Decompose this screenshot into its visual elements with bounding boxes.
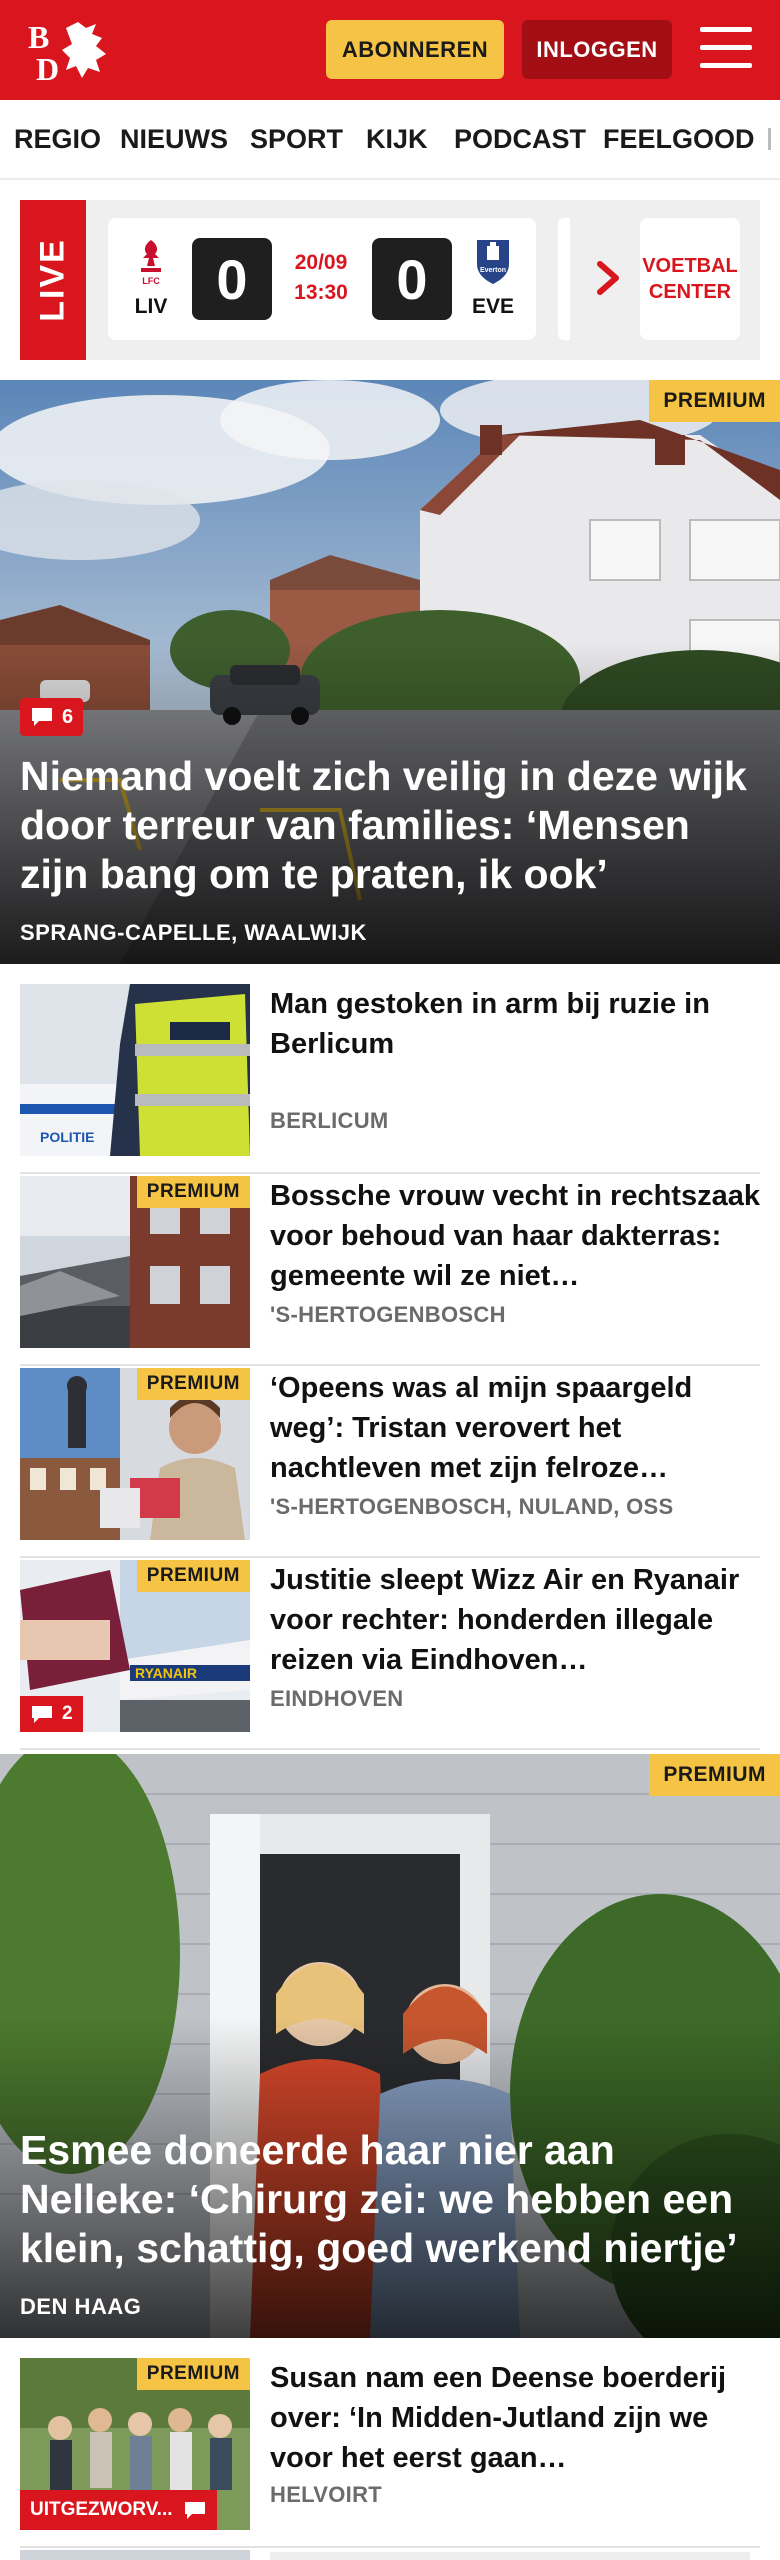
comment-count-badge[interactable]: 2 [20,1696,83,1732]
hamburger-icon[interactable] [700,25,752,71]
svg-text:POLITIE: POLITIE [40,1129,94,1145]
article-location: 'S-HERTOGENBOSCH, NULAND, OSS [270,1494,674,1519]
article-thumbnail: PREMIUM UITGEZWORV... [20,2358,250,2530]
login-button[interactable]: INLOGGEN [522,20,672,79]
match-date: 20/09 [294,251,348,274]
logo-icon: B D [28,19,106,87]
list-item[interactable]: POLITIE Man gestoken in arm bij ruzie in… [20,984,760,1174]
article-title[interactable]: Man gestoken in arm bij ruzie in Berlicu… [270,984,760,1064]
voetbal-center-button[interactable]: VOETBAL CENTER [640,218,740,340]
svg-text:Everton: Everton [480,267,506,274]
list-item[interactable]: PREMIUM Bossche vrouw vecht in rechtszaa… [20,1176,760,1366]
premium-badge: PREMIUM [649,1754,780,1796]
subscribe-button[interactable]: ABONNEREN [326,20,504,79]
article-location: EINDHOVEN [270,1686,404,1711]
article-title[interactable]: Susan nam een Deense boerderij over: ‘In… [270,2358,760,2478]
comment-count: 2 [62,1703,73,1724]
away-team: Everton EVE [464,236,522,319]
police-officer-image: POLITIE [20,984,250,1156]
match-time: 13:30 [294,281,348,304]
svg-text:LFC: LFC [142,276,160,286]
hero-title[interactable]: Esmee doneerde haar nier aan Nelleke: ‘C… [20,2126,760,2273]
section-nav: REGIO NIEUWS SPORT KIJK PODCAST FEELGOOD [0,100,780,180]
hero-article-2[interactable]: PREMIUM Esmee doneerde haar nier aan Nel… [0,1754,780,2338]
nav-item-regio[interactable]: REGIO [14,124,101,155]
comment-count: 6 [62,705,74,728]
live-label: LIVE [20,200,86,360]
article-thumbnail: PREMIUM [20,1176,250,1348]
article-title[interactable]: ‘Opeens was al mijn spaargeld weg’: Tris… [270,1368,760,1488]
away-score: 0 [372,238,452,320]
home-team-abbr: LIV [134,295,168,318]
article-thumbnail: PREMIUM [20,1368,250,1540]
home-score: 0 [192,238,272,320]
live-scoreboard: LIVE LFC LIV 0 20/09 13:30 0 Everton EVE [20,200,760,360]
comment-icon [184,2502,205,2519]
nav-item-podcast[interactable]: PODCAST [454,124,586,155]
comment-count-badge[interactable]: 6 [20,698,84,736]
comment-icon [32,708,52,726]
next-match-card-edge[interactable] [558,218,570,340]
premium-badge: PREMIUM [136,2358,250,2390]
svg-text:B: B [28,19,49,55]
nav-item-kijk[interactable]: KIJK [366,124,428,155]
series-label-text: UITGEZWORV... [30,2499,173,2520]
article-location: HELVOIRT [270,2482,382,2507]
away-team-abbr: EVE [471,295,515,318]
svg-text:D: D [36,51,59,84]
bd-logo[interactable]: B D [26,14,116,87]
article-location: BERLICUM [270,1108,389,1133]
list-item[interactable]: PREMIUM ‘Opeens was al mijn spaargeld we… [20,1368,760,1558]
next-list-item-thumbnail[interactable] [20,2550,250,2560]
nav-item-sport[interactable]: SPORT [250,124,343,155]
liverpool-crest-icon: LFC [141,240,161,286]
nav-item-nieuws[interactable]: NIEUWS [120,124,228,155]
next-list-item-title[interactable] [270,2552,750,2560]
premium-badge: PREMIUM [136,1176,250,1208]
list-item[interactable]: RYANAIR PREMIUM 2 Justitie sleept Wizz A… [20,1560,760,1750]
everton-crest-icon: Everton [477,240,509,284]
hero-title[interactable]: Niemand voelt zich veilig in deze wijk d… [20,752,760,899]
nav-item-feelgood[interactable]: FEELGOOD [603,124,755,155]
premium-badge: PREMIUM [649,380,780,422]
hero-location: SPRANG-CAPELLE, WAALWIJK [20,920,367,945]
site-header: B D ABONNEREN INLOGGEN [0,0,780,100]
article-title[interactable]: Bossche vrouw vecht in rechtszaak voor b… [270,1176,760,1296]
comment-icon [32,1706,52,1723]
chevron-right-icon[interactable] [588,258,628,298]
premium-badge: PREMIUM [136,1368,250,1400]
list-item[interactable]: PREMIUM UITGEZWORV... Susan nam een Deen… [20,2358,760,2548]
match-datetime: 20/09 13:30 [276,248,366,308]
article-thumbnail: RYANAIR PREMIUM 2 [20,1560,250,1732]
article-title[interactable]: Justitie sleept Wizz Air en Ryanair voor… [270,1560,760,1680]
series-label[interactable]: UITGEZWORV... [20,2490,217,2530]
article-location: 'S-HERTOGENBOSCH [270,1302,506,1327]
hero-article-1[interactable]: PREMIUM 6 Niemand voelt zich veilig in d… [0,380,780,964]
article-thumbnail: POLITIE [20,984,250,1156]
match-card[interactable]: LFC LIV 0 20/09 13:30 0 Everton EVE [108,218,536,340]
hero-location: DEN HAAG [20,2294,142,2319]
nav-overflow-hint [768,128,771,150]
premium-badge: PREMIUM [136,1560,250,1592]
home-team: LFC LIV [122,236,180,319]
svg-text:RYANAIR: RYANAIR [135,1665,197,1681]
